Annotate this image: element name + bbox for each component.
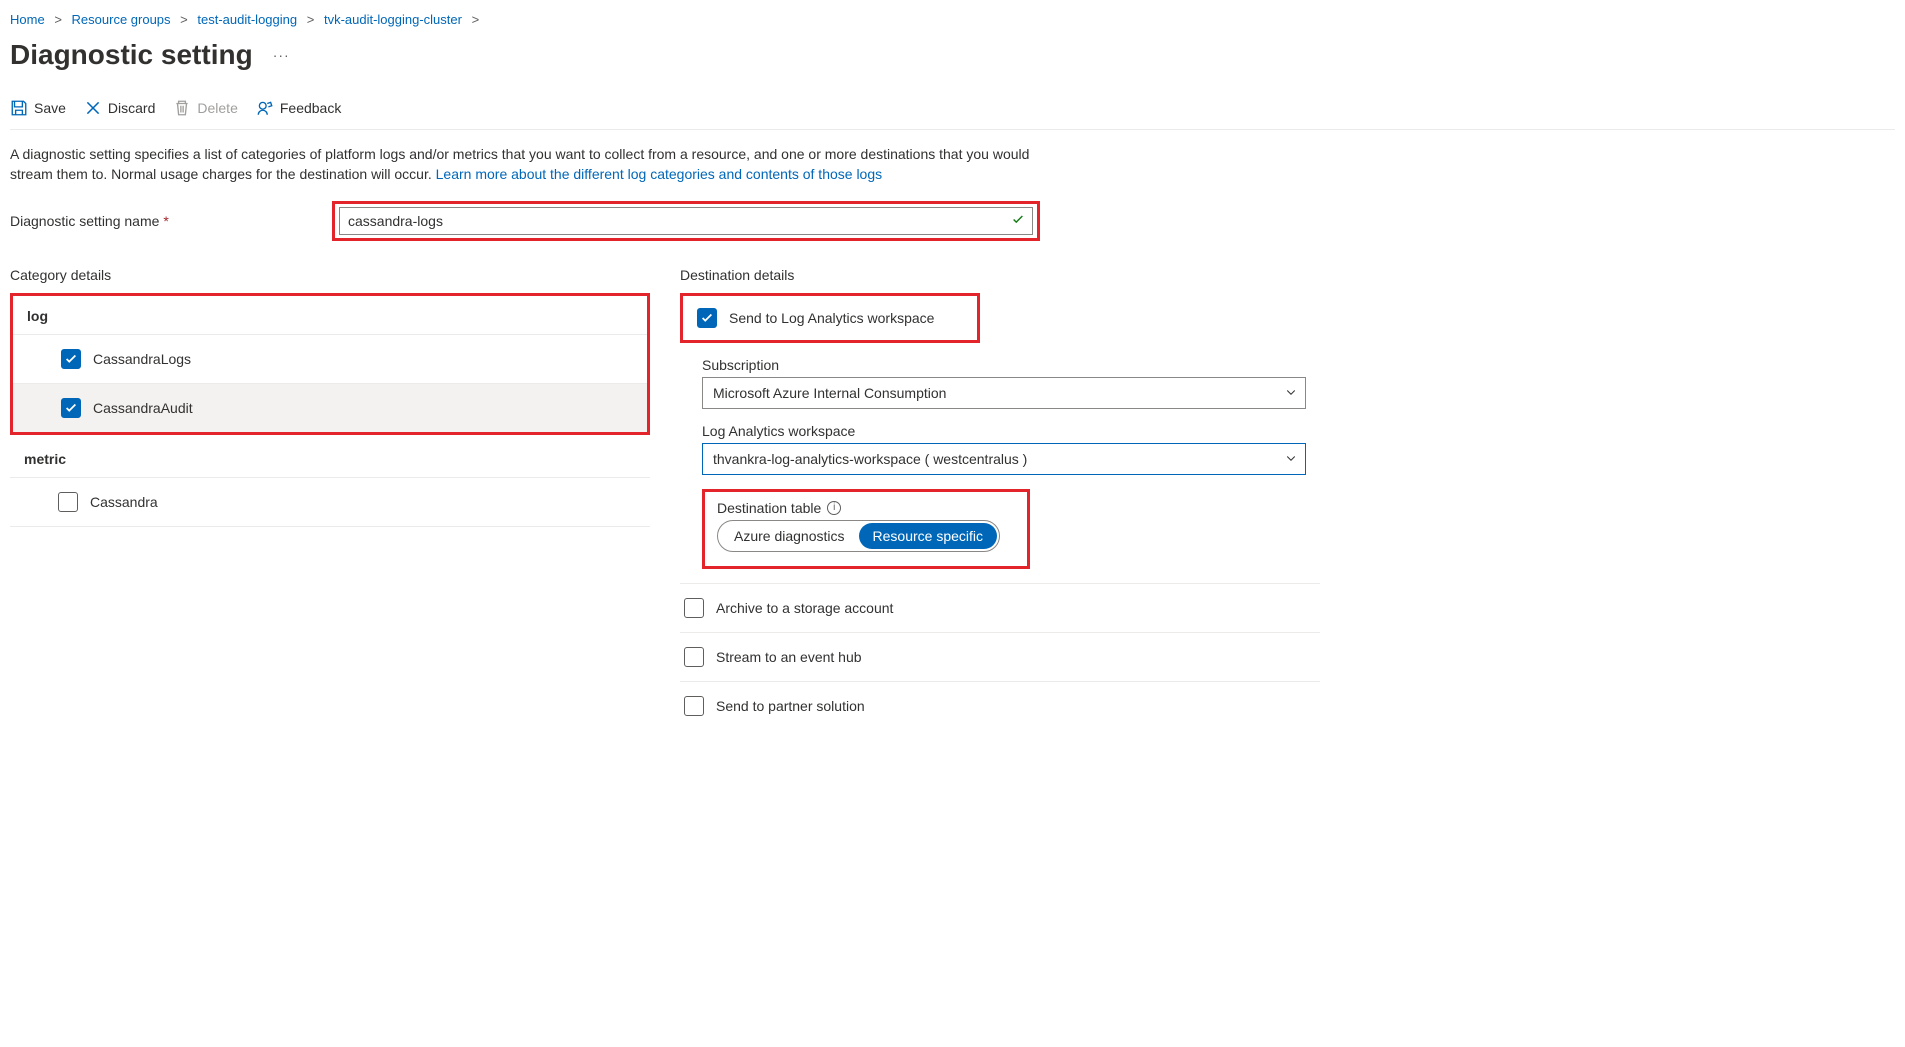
checkbox-eventhub[interactable] bbox=[684, 647, 704, 667]
save-label: Save bbox=[34, 100, 66, 116]
checkbox-cassandraaudit[interactable] bbox=[61, 398, 81, 418]
chevron-down-icon bbox=[1285, 451, 1297, 467]
more-options-button[interactable]: ··· bbox=[273, 47, 290, 63]
law-dropdown[interactable]: thvankra-log-analytics-workspace ( westc… bbox=[702, 443, 1306, 475]
toolbar: Save Discard Delete Feedback bbox=[10, 99, 1895, 130]
checkbox-cassandralogs[interactable] bbox=[61, 349, 81, 369]
breadcrumb-home[interactable]: Home bbox=[10, 12, 45, 27]
dest-table-label: Destination table bbox=[717, 500, 821, 516]
name-field-highlight bbox=[332, 201, 1040, 241]
metric-group-title: metric bbox=[10, 441, 650, 477]
breadcrumb-resource-groups[interactable]: Resource groups bbox=[72, 12, 171, 27]
log-item-cassandralogs[interactable]: CassandraLogs bbox=[13, 335, 647, 383]
save-button[interactable]: Save bbox=[10, 99, 66, 117]
pill-resource-specific[interactable]: Resource specific bbox=[859, 523, 998, 549]
main-columns: Category details log CassandraLogs Cassa… bbox=[10, 267, 1895, 730]
setting-name-input[interactable] bbox=[339, 207, 1033, 235]
eventhub-row[interactable]: Stream to an event hub bbox=[680, 633, 1320, 682]
setting-name-row: Diagnostic setting name* bbox=[10, 201, 1895, 241]
chevron-right-icon: > bbox=[54, 12, 62, 27]
discard-label: Discard bbox=[108, 100, 155, 116]
metric-item-label: Cassandra bbox=[90, 494, 158, 510]
page-title: Diagnostic setting bbox=[10, 39, 253, 71]
required-asterisk: * bbox=[163, 213, 168, 229]
page-title-row: Diagnostic setting ··· bbox=[10, 39, 1895, 71]
feedback-label: Feedback bbox=[280, 100, 341, 116]
info-icon[interactable]: i bbox=[827, 501, 841, 515]
dest-table-label-row: Destination table i bbox=[717, 500, 1015, 516]
log-item-cassandraaudit[interactable]: CassandraAudit bbox=[13, 384, 647, 432]
save-icon bbox=[10, 99, 28, 117]
close-icon bbox=[84, 99, 102, 117]
send-law-label: Send to Log Analytics workspace bbox=[729, 310, 934, 326]
eventhub-label: Stream to an event hub bbox=[716, 649, 862, 665]
checkbox-cassandra-metric[interactable] bbox=[58, 492, 78, 512]
log-item-label: CassandraLogs bbox=[93, 351, 191, 367]
subscription-label: Subscription bbox=[702, 357, 1320, 373]
pill-azure-diagnostics[interactable]: Azure diagnostics bbox=[720, 523, 859, 549]
breadcrumb: Home > Resource groups > test-audit-logg… bbox=[10, 8, 1895, 35]
subscription-dropdown[interactable]: Microsoft Azure Internal Consumption bbox=[702, 377, 1306, 409]
send-law-highlight: Send to Log Analytics workspace bbox=[680, 293, 980, 343]
discard-button[interactable]: Discard bbox=[84, 99, 155, 117]
delete-label: Delete bbox=[197, 100, 237, 116]
breadcrumb-cluster-name[interactable]: tvk-audit-logging-cluster bbox=[324, 12, 462, 27]
feedback-button[interactable]: Feedback bbox=[256, 99, 341, 117]
dest-table-toggle: Azure diagnostics Resource specific bbox=[717, 520, 1000, 552]
log-group-title: log bbox=[13, 296, 647, 334]
checkbox-send-law[interactable] bbox=[697, 308, 717, 328]
chevron-right-icon: > bbox=[307, 12, 315, 27]
law-label: Log Analytics workspace bbox=[702, 423, 1320, 439]
category-column: Category details log CassandraLogs Cassa… bbox=[10, 267, 650, 730]
delete-button: Delete bbox=[173, 99, 237, 117]
setting-name-label-text: Diagnostic setting name bbox=[10, 213, 159, 229]
checkbox-partner[interactable] bbox=[684, 696, 704, 716]
trash-icon bbox=[173, 99, 191, 117]
breadcrumb-rg-name[interactable]: test-audit-logging bbox=[197, 12, 297, 27]
chevron-right-icon: > bbox=[472, 12, 480, 27]
send-law-row[interactable]: Send to Log Analytics workspace bbox=[683, 298, 977, 338]
dest-table-highlight: Destination table i Azure diagnostics Re… bbox=[702, 489, 1030, 569]
metric-section: metric Cassandra bbox=[10, 441, 650, 527]
law-sub-block: Subscription Microsoft Azure Internal Co… bbox=[680, 357, 1320, 569]
subscription-value: Microsoft Azure Internal Consumption bbox=[713, 385, 946, 401]
name-input-wrap bbox=[339, 207, 1033, 235]
check-icon bbox=[1011, 212, 1025, 229]
destination-heading: Destination details bbox=[680, 267, 1320, 283]
law-value: thvankra-log-analytics-workspace ( westc… bbox=[713, 451, 1027, 467]
partner-row[interactable]: Send to partner solution bbox=[680, 682, 1320, 730]
category-heading: Category details bbox=[10, 267, 650, 283]
chevron-down-icon bbox=[1285, 385, 1297, 401]
learn-more-link[interactable]: Learn more about the different log categ… bbox=[436, 166, 882, 182]
archive-label: Archive to a storage account bbox=[716, 600, 893, 616]
archive-row[interactable]: Archive to a storage account bbox=[680, 584, 1320, 633]
log-item-label: CassandraAudit bbox=[93, 400, 193, 416]
setting-name-label: Diagnostic setting name* bbox=[10, 213, 332, 229]
metric-item-cassandra[interactable]: Cassandra bbox=[10, 478, 650, 526]
checkbox-archive[interactable] bbox=[684, 598, 704, 618]
chevron-right-icon: > bbox=[180, 12, 188, 27]
feedback-icon bbox=[256, 99, 274, 117]
partner-label: Send to partner solution bbox=[716, 698, 865, 714]
log-section-highlight: log CassandraLogs CassandraAudit bbox=[10, 293, 650, 435]
intro-text: A diagnostic setting specifies a list of… bbox=[10, 144, 1060, 185]
destination-column: Destination details Send to Log Analytic… bbox=[680, 267, 1320, 730]
